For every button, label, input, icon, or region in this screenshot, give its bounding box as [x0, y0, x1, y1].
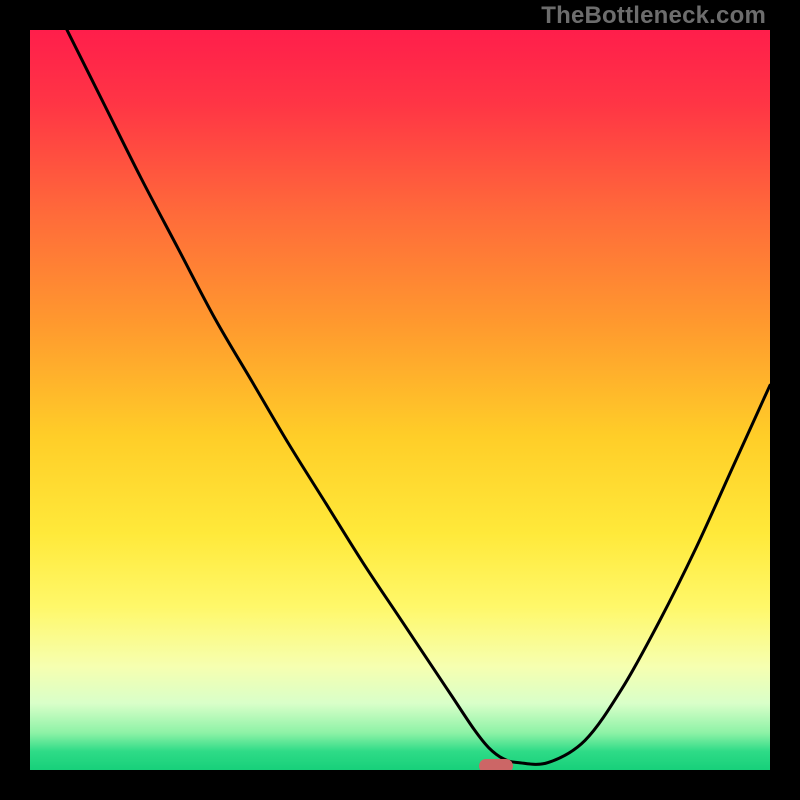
watermark-text: TheBottleneck.com [541, 2, 766, 30]
chart-frame: TheBottleneck.com [0, 0, 800, 800]
gradient-background [30, 30, 770, 770]
optimal-marker [479, 759, 513, 770]
bottleneck-chart [30, 30, 770, 770]
plot-area [30, 30, 770, 770]
